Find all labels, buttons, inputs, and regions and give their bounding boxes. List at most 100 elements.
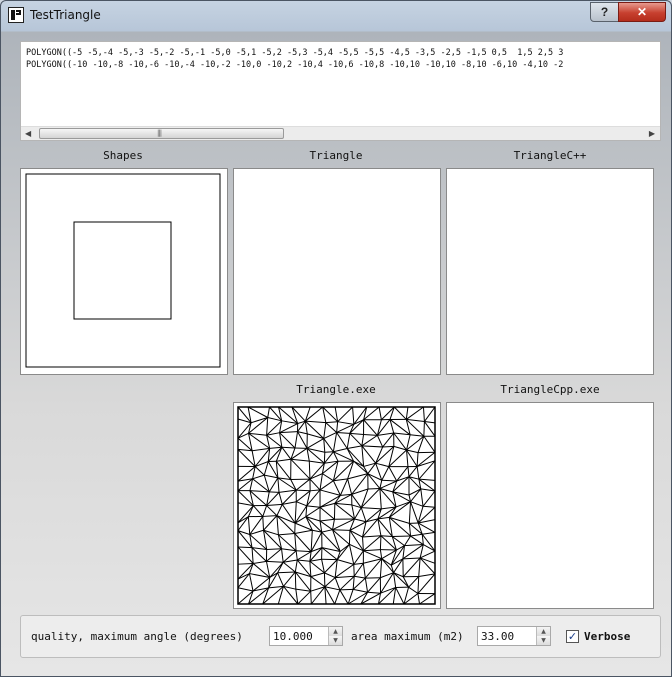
mesh-edge xyxy=(268,477,279,493)
mesh-edge xyxy=(294,505,308,524)
mesh-edge xyxy=(295,588,311,592)
mesh-edge xyxy=(339,589,349,605)
mesh-edge xyxy=(294,571,312,592)
mesh-edge xyxy=(319,502,335,508)
wkt-text-area[interactable]: POLYGON((-5 -5,-4 -5,-3 -5,-2 -5,-1 -5,0… xyxy=(20,41,661,141)
area-label: area maximum (m2) xyxy=(351,630,464,643)
mesh-edge xyxy=(380,535,393,537)
mesh-edge xyxy=(388,506,397,518)
mesh-edge xyxy=(349,432,364,436)
mesh-edge xyxy=(353,562,364,565)
mesh-edge xyxy=(324,572,336,579)
mesh-edge xyxy=(297,431,308,449)
scroll-thumb[interactable]: ||| xyxy=(39,128,284,139)
mesh-edge xyxy=(363,419,378,436)
mesh-edge xyxy=(277,572,284,587)
mesh-edge xyxy=(339,588,354,591)
mesh-edge xyxy=(404,544,424,547)
mesh-edge xyxy=(267,446,283,462)
mesh-edge xyxy=(308,461,311,480)
mesh-edge xyxy=(310,530,313,552)
trianglecpp-exe-panel xyxy=(446,402,654,609)
scroll-right-icon[interactable]: ▶ xyxy=(649,129,655,138)
mesh-edge xyxy=(348,544,355,565)
mesh-edge xyxy=(346,448,365,467)
mesh-edge xyxy=(346,433,351,449)
mesh-edge xyxy=(377,432,394,436)
mesh-edge xyxy=(362,563,366,579)
mesh-edge xyxy=(402,557,421,560)
mesh-edge xyxy=(237,448,253,452)
mesh-edge xyxy=(378,587,396,605)
mesh-edge xyxy=(337,406,353,423)
mesh-edge xyxy=(275,460,292,480)
mesh-edge xyxy=(353,588,368,593)
spin-down-icon[interactable]: ▼ xyxy=(328,636,342,645)
mesh-edge xyxy=(420,488,424,507)
app-logo-icon xyxy=(8,7,24,23)
title-bar: TestTriangle ? ✕ xyxy=(1,1,671,29)
mesh-edge xyxy=(423,421,425,437)
mesh-edge xyxy=(295,550,298,561)
mesh-edge xyxy=(296,501,307,507)
mesh-edge xyxy=(247,406,268,418)
mesh-edge xyxy=(325,421,338,424)
mesh-edge xyxy=(264,474,278,479)
horizontal-scrollbar[interactable]: ◀ ||| ▶ xyxy=(21,126,660,140)
help-button[interactable]: ? xyxy=(590,2,619,22)
area-value[interactable]: 33.00 xyxy=(481,630,514,643)
mesh-edge xyxy=(297,551,312,561)
mesh-edge xyxy=(294,571,297,590)
mesh-edge xyxy=(306,438,324,449)
mesh-edge xyxy=(334,577,341,591)
mesh-edge xyxy=(376,435,384,448)
mesh-edge xyxy=(367,577,381,593)
mesh-edge xyxy=(319,473,323,490)
mesh-edge xyxy=(363,550,382,560)
outer-square xyxy=(25,173,221,368)
mesh-edge xyxy=(352,576,355,590)
mesh-edge xyxy=(324,559,338,574)
mesh-edge xyxy=(423,544,436,552)
mesh-edge xyxy=(367,473,381,489)
mesh-edge xyxy=(361,507,382,510)
close-button[interactable]: ✕ xyxy=(618,2,666,22)
quality-value[interactable]: 10.000 xyxy=(273,630,313,643)
mesh-edge xyxy=(294,559,298,573)
mesh-edge xyxy=(393,432,407,451)
mesh-canvas xyxy=(237,406,436,605)
mesh-edge xyxy=(419,550,436,559)
scroll-left-icon[interactable]: ◀ xyxy=(25,129,31,138)
mesh-edge xyxy=(306,505,321,508)
mesh-edge xyxy=(361,445,365,467)
mesh-edge xyxy=(248,573,254,592)
mesh-edge xyxy=(319,489,341,496)
mesh-edge xyxy=(321,529,333,533)
mesh-edge xyxy=(410,434,424,437)
mesh-edge xyxy=(319,480,334,491)
mesh-edge xyxy=(266,548,282,550)
mesh-edge xyxy=(294,533,312,552)
mesh-edge xyxy=(263,515,278,531)
mesh-edge xyxy=(237,516,249,531)
mesh-edge xyxy=(417,593,421,605)
mesh-edge xyxy=(379,488,382,509)
mesh-edge xyxy=(251,547,267,562)
grip-icon: ||| xyxy=(157,129,162,137)
verbose-checkbox[interactable]: ✓ xyxy=(566,630,579,643)
quality-spinbox[interactable]: 10.000 ▲ ▼ xyxy=(269,626,343,646)
mesh-edge xyxy=(363,535,382,552)
mesh-edge xyxy=(277,477,280,493)
main-window: TestTriangle ? ✕ POLYGON((-5 -5,-4 -5,-3… xyxy=(0,0,672,677)
area-spinbox[interactable]: 33.00 ▲ ▼ xyxy=(477,626,551,646)
mesh-edge xyxy=(424,421,436,437)
mesh-edge xyxy=(410,535,424,545)
mesh-edge xyxy=(362,537,364,551)
mesh-edge xyxy=(266,503,283,507)
trianglecpp-exe-label: TriangleCpp.exe xyxy=(500,383,600,396)
mesh-edge xyxy=(294,501,297,524)
mesh-edge xyxy=(408,586,419,594)
spin-down-icon[interactable]: ▼ xyxy=(536,636,550,645)
mesh-edge xyxy=(319,518,335,522)
mesh-edge xyxy=(410,488,422,503)
